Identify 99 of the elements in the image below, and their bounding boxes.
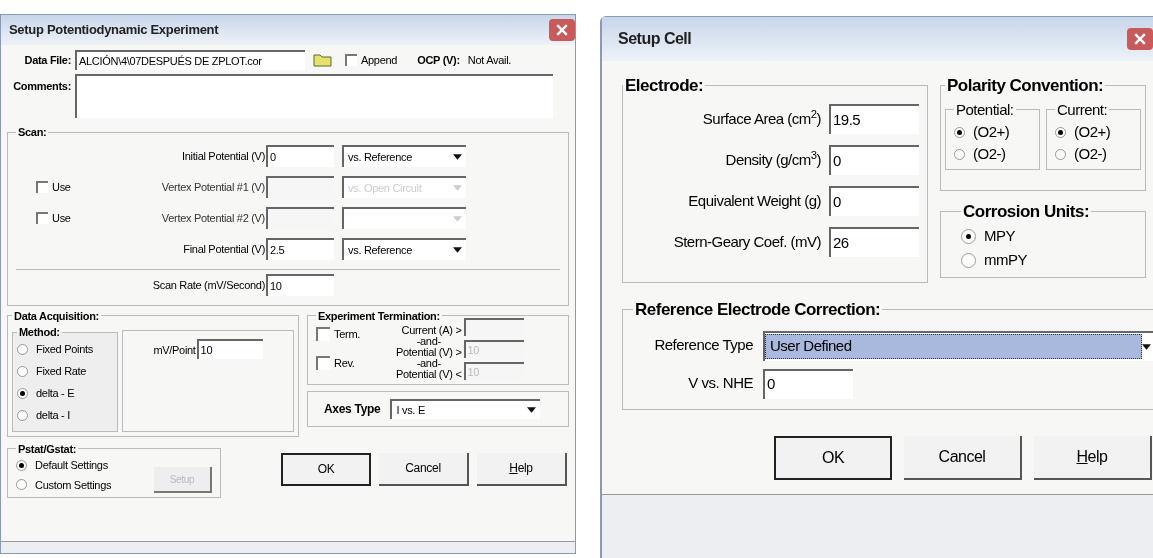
dropdown[interactable]: vs. Reference — [342, 238, 466, 260]
dialog-button[interactable]: Help — [477, 452, 567, 486]
joiner-text: -and- — [416, 336, 441, 347]
window-title: Setup Potentiodynamic Experiment — [9, 21, 219, 40]
dropdown-arrow-icon — [453, 185, 462, 191]
dropdown[interactable]: User Defined — [763, 330, 1153, 361]
radio-button[interactable] — [961, 253, 976, 268]
radio-label: (O2+) — [973, 121, 1010, 142]
close-icon — [1134, 33, 1146, 45]
group-title: Scan: — [17, 125, 48, 140]
dialog-button[interactable]: OK — [774, 435, 892, 480]
field-label: Current (A) > — [401, 325, 462, 336]
radio-button[interactable] — [954, 126, 965, 138]
field-label: Final Potential (V) — [182, 241, 266, 257]
group-title: Electrode: — [624, 75, 705, 97]
field-label: Comments: — [12, 79, 71, 94]
field-label: OCP (V): — [417, 52, 460, 68]
close-button[interactable] — [1127, 28, 1153, 50]
field-label: Potential (V) > — [396, 347, 462, 358]
group-title: Current: — [1056, 99, 1109, 120]
dropdown-arrow-icon — [453, 247, 462, 253]
radio-label: Fixed Rate — [36, 364, 87, 380]
close-icon — [556, 24, 568, 36]
input-field[interactable]: 0 — [763, 368, 853, 399]
field-label: Initial Potential (V) — [181, 148, 266, 164]
group-title: Data Acquisition: — [13, 308, 100, 324]
field-label: Reference Type — [653, 335, 753, 356]
checkbox-label: Append — [361, 52, 398, 68]
radio-label: mmPY — [984, 250, 1027, 271]
dropdown-arrow-icon — [1142, 343, 1151, 350]
input-field[interactable]: 0 — [829, 186, 919, 216]
checkbox[interactable] — [316, 355, 330, 370]
dropdown[interactable]: I vs. E — [390, 399, 541, 419]
radio-label: Default Settings — [35, 458, 108, 473]
input-field[interactable]: 0 — [266, 145, 334, 167]
group-title: Corrosion Units: — [962, 201, 1091, 223]
dialog-button[interactable]: Cancel — [904, 435, 1022, 480]
dialog-button[interactable]: OK — [281, 452, 371, 486]
field-label: V vs. NHE — [687, 373, 753, 394]
input-field[interactable]: 26 — [829, 227, 919, 257]
close-button[interactable] — [549, 19, 575, 41]
group-title: Experiment Termination: — [317, 308, 441, 324]
radio-button[interactable] — [954, 148, 965, 160]
radio-button[interactable] — [17, 410, 28, 421]
dialog-button[interactable]: Cancel — [379, 452, 469, 486]
radio-label: (O2-) — [973, 143, 1006, 164]
field-label: Density (g/cm$^{3}$) — [725, 148, 821, 170]
radio-button[interactable] — [961, 229, 976, 244]
input-field[interactable] — [75, 74, 553, 118]
dropdown-arrow-icon — [453, 216, 462, 222]
checkbox-label: Term. — [334, 327, 360, 342]
radio-button[interactable] — [17, 388, 28, 399]
input-field[interactable]: 2.5 — [266, 238, 334, 260]
radio-label: (O2+) — [1074, 121, 1111, 142]
radio-label: Fixed Points — [36, 342, 93, 358]
radio-button[interactable] — [16, 479, 27, 491]
radio-label: delta - I — [36, 408, 70, 424]
group-title: Potential: — [955, 99, 1015, 120]
input-field[interactable]: 10 — [196, 339, 263, 359]
radio-label: Custom Settings — [35, 477, 112, 493]
folder-icon[interactable] — [313, 52, 333, 68]
dropdown-arrow-icon — [527, 407, 537, 413]
group-title: Pstat/Gstat: — [17, 441, 78, 457]
input-field[interactable]: 0 — [829, 145, 919, 175]
field-label: Vertex Potential #1 (V) — [160, 179, 266, 195]
input-field[interactable]: 10 — [266, 274, 334, 296]
dropdown[interactable]: vs. Reference — [342, 145, 466, 167]
field-label: Equivalent Weight (g) — [688, 190, 821, 211]
radio-button[interactable] — [17, 366, 28, 377]
radio-label: (O2-) — [1074, 143, 1107, 164]
radio-label: delta - E — [36, 386, 75, 402]
ocp-value: Not Avail. — [467, 52, 512, 68]
input-field[interactable]: 19.5 — [829, 104, 919, 134]
radio-button[interactable] — [1055, 126, 1066, 138]
input-field[interactable]: ALCIÓN\4\07DESPUÉS DE ZPLOT.cor — [75, 50, 305, 70]
checkbox[interactable] — [345, 54, 357, 66]
field-label: Vertex Potential #2 (V) — [160, 210, 266, 226]
group-title: Method: — [18, 325, 61, 340]
checkbox-label: Use — [52, 179, 71, 195]
group-title: Reference Electrode Correction: — [634, 299, 882, 321]
field-label: Scan Rate (mV/Second) — [151, 277, 266, 293]
dialog-button[interactable]: Help — [1034, 435, 1152, 480]
radio-button[interactable] — [1055, 148, 1066, 160]
field-label: Axes Type — [324, 401, 381, 418]
radio-button[interactable] — [16, 459, 27, 471]
joiner-text: -and- — [416, 358, 441, 369]
radio-button[interactable] — [17, 344, 28, 355]
checkbox-label: Use — [52, 210, 71, 226]
radio-label: MPY — [984, 226, 1015, 247]
window-title: Setup Cell — [618, 29, 692, 49]
field-label: Potential (V) < — [396, 369, 462, 380]
group-title: Polarity Convention: — [946, 75, 1105, 97]
checkbox[interactable] — [316, 327, 330, 342]
field-label: Stern-Geary Coef. (mV) — [673, 231, 821, 252]
field-label: mV/Point — [153, 343, 196, 358]
field-label: Surface Area (cm$^{2}$) — [702, 107, 821, 129]
checkbox-label: Rev. — [334, 355, 355, 371]
dropdown-arrow-icon — [453, 154, 462, 160]
field-label: Data File: — [23, 52, 71, 68]
